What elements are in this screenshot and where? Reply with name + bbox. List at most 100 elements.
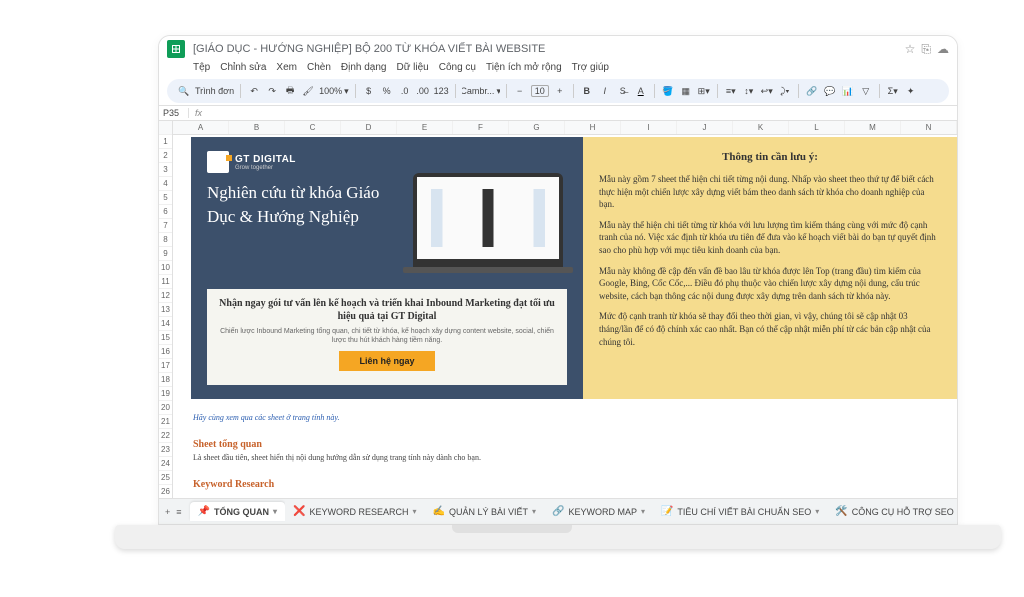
row-header[interactable]: 20 [159,401,172,415]
percent-icon[interactable]: % [380,83,394,99]
row-header[interactable]: 13 [159,303,172,317]
contact-button[interactable]: Liên hệ ngay [339,351,434,371]
row-header[interactable]: 16 [159,345,172,359]
font-size-input[interactable]: 10 [531,85,549,97]
chevron-down-icon[interactable]: ▾ [641,507,645,516]
more-formats-icon[interactable]: 123 [434,83,449,99]
search-icon[interactable]: 🔍 [177,83,191,99]
borders-icon[interactable]: ▦ [679,83,693,99]
name-box[interactable]: P35 [159,108,189,118]
chevron-down-icon[interactable]: ▾ [532,507,536,516]
row-header[interactable]: 14 [159,317,172,331]
tab-keyword-research[interactable]: ❌ KEYWORD RESEARCH ▾ [285,502,424,521]
row-header[interactable]: 12 [159,289,172,303]
paint-format-icon[interactable]: 🖌 [301,83,315,99]
text-color-icon[interactable]: A [634,83,648,99]
valign-icon[interactable]: ↕▾ [742,83,756,99]
menu-view[interactable]: Xem [276,62,297,73]
filter-icon[interactable]: ▽ [859,83,873,99]
sheets-ai-icon[interactable]: ✦ [904,83,918,99]
link-icon[interactable]: 🔗 [805,83,819,99]
fill-color-icon[interactable]: 🪣 [661,83,675,99]
comment-icon[interactable]: 💬 [823,83,837,99]
col-header[interactable]: D [341,121,397,134]
font-size-inc[interactable]: + [553,83,567,99]
bold-icon[interactable]: B [580,83,594,99]
row-header[interactable]: 19 [159,387,172,401]
menu-edit[interactable]: Chỉnh sửa [220,62,266,73]
col-header[interactable]: C [285,121,341,134]
row-header[interactable]: 10 [159,261,172,275]
rotate-icon[interactable]: ⤸▾ [778,83,792,99]
row-header[interactable]: 7 [159,219,172,233]
col-header[interactable]: M [845,121,901,134]
menu-insert[interactable]: Chèn [307,62,331,73]
chart-icon[interactable]: 📊 [841,83,855,99]
row-header[interactable]: 21 [159,415,172,429]
row-header[interactable]: 26 [159,485,172,499]
chevron-down-icon[interactable]: ▾ [273,507,277,516]
wrap-icon[interactable]: ↩▾ [760,83,774,99]
all-sheets-icon[interactable]: ≡ [176,507,181,517]
menu-file[interactable]: Tệp [193,62,210,73]
strike-icon[interactable]: S̶ [616,83,630,99]
menu-tools[interactable]: Công cụ [439,62,476,73]
row-header[interactable]: 24 [159,457,172,471]
chevron-down-icon[interactable]: ▾ [412,507,416,516]
row-header[interactable]: 23 [159,443,172,457]
col-header[interactable]: L [789,121,845,134]
merge-icon[interactable]: ⊞▾ [697,83,711,99]
menu-format[interactable]: Định dạng [341,62,387,73]
functions-icon[interactable]: Σ▾ [886,83,900,99]
font-size-dec[interactable]: − [513,83,527,99]
zoom-dropdown[interactable]: 100% ▾ [319,83,349,99]
tab-cong-cu-seo[interactable]: 🛠️ CÔNG CỤ HỖ TRỢ SEO ▾ [827,502,958,521]
grid[interactable]: A B C D E F G H I J K L M N [173,121,957,499]
row-header[interactable]: 25 [159,471,172,485]
print-icon[interactable]: 🖶 [283,83,297,99]
tab-quan-ly-bai-viet[interactable]: ✍️ QUẢN LÝ BÀI VIẾT ▾ [424,502,544,521]
row-header[interactable]: 8 [159,233,172,247]
italic-icon[interactable]: I [598,83,612,99]
row-header[interactable]: 17 [159,359,172,373]
row-header[interactable]: 18 [159,373,172,387]
row-header[interactable]: 5 [159,191,172,205]
col-header[interactable]: F [453,121,509,134]
folder-move-icon[interactable]: ⎘ [921,42,931,57]
tab-tieu-chi-seo[interactable]: 📝 TIÊU CHÍ VIẾT BÀI CHUẨN SEO ▾ [653,502,827,521]
row-header[interactable]: 4 [159,177,172,191]
menu-data[interactable]: Dữ liệu [396,62,428,73]
halign-icon[interactable]: ≡▾ [724,83,738,99]
undo-icon[interactable]: ↶ [247,83,261,99]
col-header[interactable]: B [229,121,285,134]
col-header[interactable]: J [677,121,733,134]
add-sheet-icon[interactable]: + [165,507,170,517]
col-header[interactable]: E [397,121,453,134]
cloud-icon[interactable]: ☁ [937,42,949,57]
row-header[interactable]: 9 [159,247,172,261]
col-header[interactable]: A [173,121,229,134]
row-header[interactable]: 3 [159,163,172,177]
tab-tong-quan[interactable]: 📌 TỔNG QUAN ▾ [190,502,285,521]
dec-increase-icon[interactable]: .00 [416,83,430,99]
row-header[interactable]: 22 [159,429,172,443]
dec-decrease-icon[interactable]: .0 [398,83,412,99]
currency-icon[interactable]: $ [362,83,376,99]
menu-extensions[interactable]: Tiện ích mở rộng [486,62,562,73]
row-header[interactable]: 15 [159,331,172,345]
col-header[interactable]: H [565,121,621,134]
row-header[interactable]: 2 [159,149,172,163]
font-dropdown[interactable]: Cambr... ▾ [462,83,500,99]
tab-keyword-map[interactable]: 🔗 KEYWORD MAP ▾ [544,502,653,521]
col-header[interactable]: G [509,121,565,134]
chevron-down-icon[interactable]: ▾ [815,507,819,516]
star-icon[interactable]: ☆ [905,42,916,57]
row-header[interactable]: 6 [159,205,172,219]
redo-icon[interactable]: ↷ [265,83,279,99]
col-header[interactable]: K [733,121,789,134]
document-title[interactable]: [GIÁO DỤC - HƯỚNG NGHIỆP] BỘ 200 TỪ KHÓA… [193,43,905,55]
row-header[interactable]: 11 [159,275,172,289]
col-header[interactable]: N [901,121,957,134]
menu-help[interactable]: Trợ giúp [572,62,609,73]
col-header[interactable]: I [621,121,677,134]
